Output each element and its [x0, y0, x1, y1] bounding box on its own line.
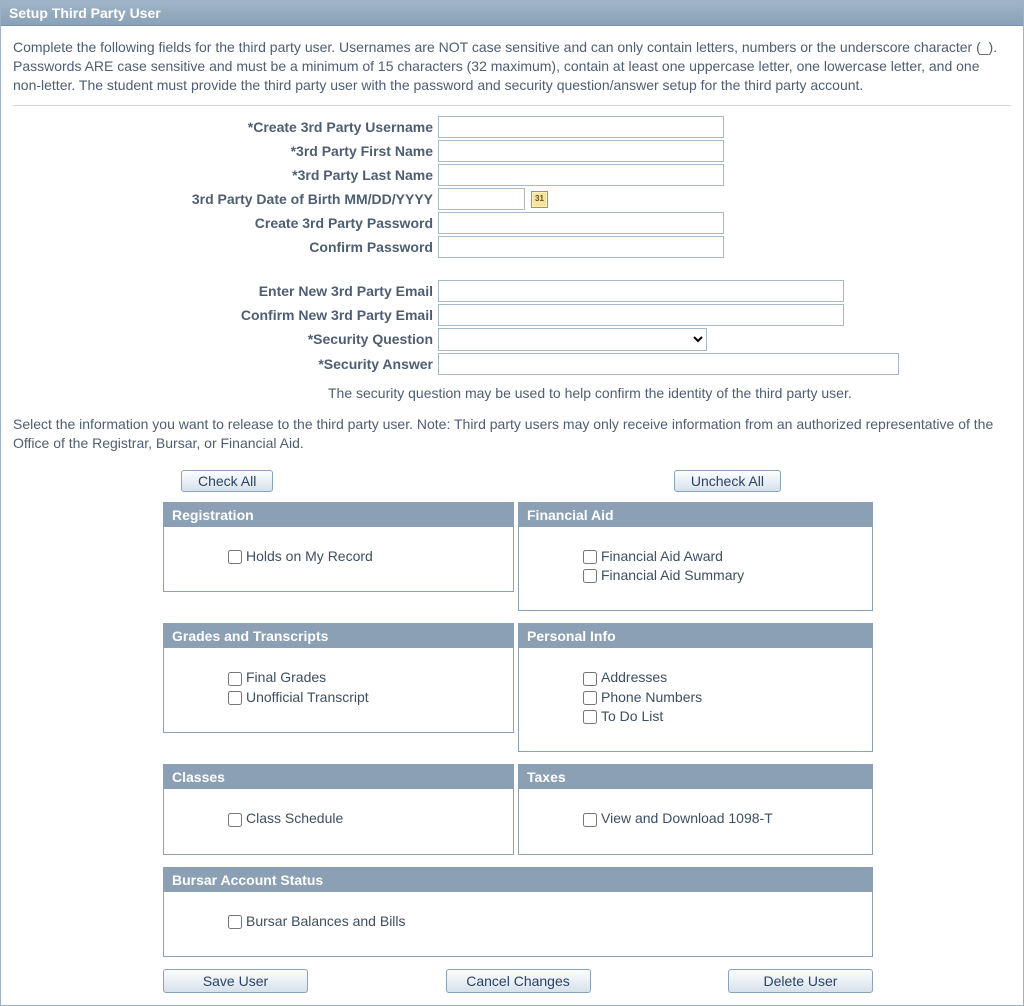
- panel-financial-aid: Financial Aid Financial Aid Award Financ…: [518, 502, 873, 612]
- cb-addresses-row[interactable]: Addresses: [583, 669, 862, 685]
- cb-todo-list-row[interactable]: To Do List: [583, 708, 862, 724]
- cb-phone-numbers-row[interactable]: Phone Numbers: [583, 689, 862, 705]
- cb-phone-numbers-label: Phone Numbers: [601, 689, 702, 705]
- panel-registration-header: Registration: [164, 503, 513, 527]
- cb-to-do-list[interactable]: [583, 710, 597, 724]
- panel-bursar: Bursar Account Status Bursar Balances an…: [163, 867, 873, 957]
- cb-todo-list-label: To Do List: [601, 708, 663, 724]
- cb-class-schedule-row[interactable]: Class Schedule: [228, 810, 503, 826]
- panel-personal-header: Personal Info: [519, 624, 872, 648]
- password-input[interactable]: [438, 212, 724, 234]
- cb-unofficial-transcript[interactable]: [228, 691, 242, 705]
- panel-financial-aid-header: Financial Aid: [519, 503, 872, 527]
- panel-bursar-header: Bursar Account Status: [164, 868, 872, 892]
- cb-phone-numbers[interactable]: [583, 691, 597, 705]
- title-bar: Setup Third Party User: [1, 1, 1023, 26]
- cb-bursar-balances-bills[interactable]: [228, 915, 242, 929]
- password-label: Create 3rd Party Password: [13, 215, 438, 231]
- confirm-email-label: Confirm New 3rd Party Email: [13, 307, 438, 323]
- username-label: *Create 3rd Party Username: [13, 119, 438, 135]
- panel-grades: Grades and Transcripts Final Grades Unof…: [163, 623, 514, 733]
- cb-bursar-balances-row[interactable]: Bursar Balances and Bills: [228, 913, 862, 929]
- cb-bursar-balances-label: Bursar Balances and Bills: [246, 913, 406, 929]
- security-answer-input[interactable]: [438, 353, 899, 375]
- cb-finaid-summary-row[interactable]: Financial Aid Summary: [583, 567, 862, 583]
- username-input[interactable]: [438, 116, 724, 138]
- delete-user-button[interactable]: Delete User: [728, 969, 873, 993]
- select-instructions-text: Select the information you want to relea…: [13, 415, 1011, 454]
- cb-finaid-summary-label: Financial Aid Summary: [601, 567, 744, 583]
- cb-unofficial-transcript-row[interactable]: Unofficial Transcript: [228, 689, 503, 705]
- save-user-button[interactable]: Save User: [163, 969, 308, 993]
- panel-taxes-header: Taxes: [519, 765, 872, 789]
- email-input[interactable]: [438, 280, 844, 302]
- lastname-label: *3rd Party Last Name: [13, 167, 438, 183]
- panel-registration: Registration Holds on My Record: [163, 502, 514, 592]
- cb-view-1098t[interactable]: [583, 813, 597, 827]
- cancel-changes-button[interactable]: Cancel Changes: [446, 969, 591, 993]
- cb-class-schedule[interactable]: [228, 813, 242, 827]
- confirm-password-label: Confirm Password: [13, 239, 438, 255]
- panel-grades-header: Grades and Transcripts: [164, 624, 513, 648]
- panel-classes: Classes Class Schedule: [163, 764, 514, 854]
- security-question-select[interactable]: [438, 328, 707, 351]
- uncheck-all-button[interactable]: Uncheck All: [674, 470, 781, 492]
- dob-label: 3rd Party Date of Birth MM/DD/YYYY: [13, 191, 438, 207]
- security-hint-text: The security question may be used to hel…: [328, 385, 1011, 401]
- firstname-label: *3rd Party First Name: [13, 143, 438, 159]
- cb-addresses-label: Addresses: [601, 669, 667, 685]
- cb-finaid-award-label: Financial Aid Award: [601, 548, 723, 564]
- secq-label: *Security Question: [13, 331, 438, 347]
- cb-1098t-label: View and Download 1098-T: [601, 810, 773, 826]
- cb-finaid-award-row[interactable]: Financial Aid Award: [583, 548, 862, 564]
- cb-financial-aid-summary[interactable]: [583, 569, 597, 583]
- seca-label: *Security Answer: [13, 356, 438, 372]
- confirm-email-input[interactable]: [438, 304, 844, 326]
- lastname-input[interactable]: [438, 164, 724, 186]
- cb-unofficial-transcript-label: Unofficial Transcript: [246, 689, 369, 705]
- cb-class-schedule-label: Class Schedule: [246, 810, 343, 826]
- cb-holds-on-my-record[interactable]: [228, 550, 242, 564]
- confirm-password-input[interactable]: [438, 236, 724, 258]
- panel-classes-header: Classes: [164, 765, 513, 789]
- panel-taxes: Taxes View and Download 1098-T: [518, 764, 873, 854]
- cb-financial-aid-award[interactable]: [583, 550, 597, 564]
- page-container: Setup Third Party User Complete the foll…: [0, 0, 1024, 1006]
- cb-final-grades[interactable]: [228, 672, 242, 686]
- cb-final-grades-row[interactable]: Final Grades: [228, 669, 503, 685]
- content-area: Complete the following fields for the th…: [1, 26, 1023, 1005]
- cb-addresses[interactable]: [583, 672, 597, 686]
- email-label: Enter New 3rd Party Email: [13, 283, 438, 299]
- cb-final-grades-label: Final Grades: [246, 669, 326, 685]
- dob-input[interactable]: [438, 188, 525, 210]
- cb-1098t-row[interactable]: View and Download 1098-T: [583, 810, 862, 826]
- instructions-text: Complete the following fields for the th…: [13, 38, 1011, 106]
- cb-holds-label: Holds on My Record: [246, 548, 373, 564]
- check-all-button[interactable]: Check All: [181, 470, 273, 492]
- cb-holds-row[interactable]: Holds on My Record: [228, 548, 503, 564]
- panel-personal-info: Personal Info Addresses Phone Numbers To…: [518, 623, 873, 752]
- firstname-input[interactable]: [438, 140, 724, 162]
- calendar-icon[interactable]: 31: [531, 191, 548, 208]
